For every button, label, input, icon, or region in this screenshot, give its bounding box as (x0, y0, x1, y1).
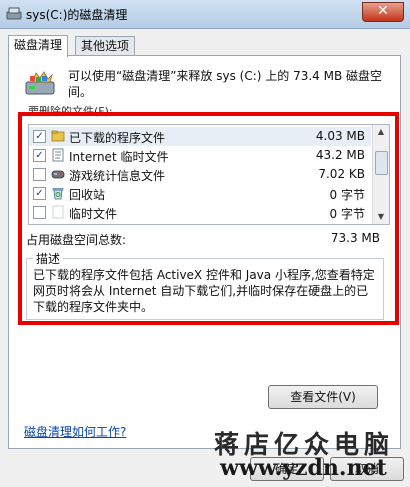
disk-cleanup-window: sys(C:)的磁盘清理 ✕ 磁盘清理 其他选项 可以使用“磁盘清理”来释放 s… (0, 0, 410, 487)
tab-disk-cleanup[interactable]: 磁盘清理 (8, 35, 69, 57)
title-bar: sys(C:)的磁盘清理 ✕ (0, 0, 410, 29)
tab-more-options[interactable]: 其他选项 (75, 36, 136, 56)
intro-text: 可以使用“磁盘清理”来释放 sys (C:) 上的 73.4 MB 磁盘空间。 (68, 69, 383, 99)
watermark-url: www.yzdn.net (220, 455, 387, 481)
window-title: sys(C:)的磁盘清理 (26, 8, 128, 22)
red-highlight-box (18, 112, 399, 325)
disk-cleanup-icon (25, 71, 55, 95)
help-link[interactable]: 磁盘清理如何工作? (24, 423, 126, 440)
disk-cleanup-app-icon (6, 7, 22, 20)
close-button[interactable]: ✕ (362, 2, 404, 22)
view-files-button[interactable]: 查看文件(V) (268, 385, 378, 409)
